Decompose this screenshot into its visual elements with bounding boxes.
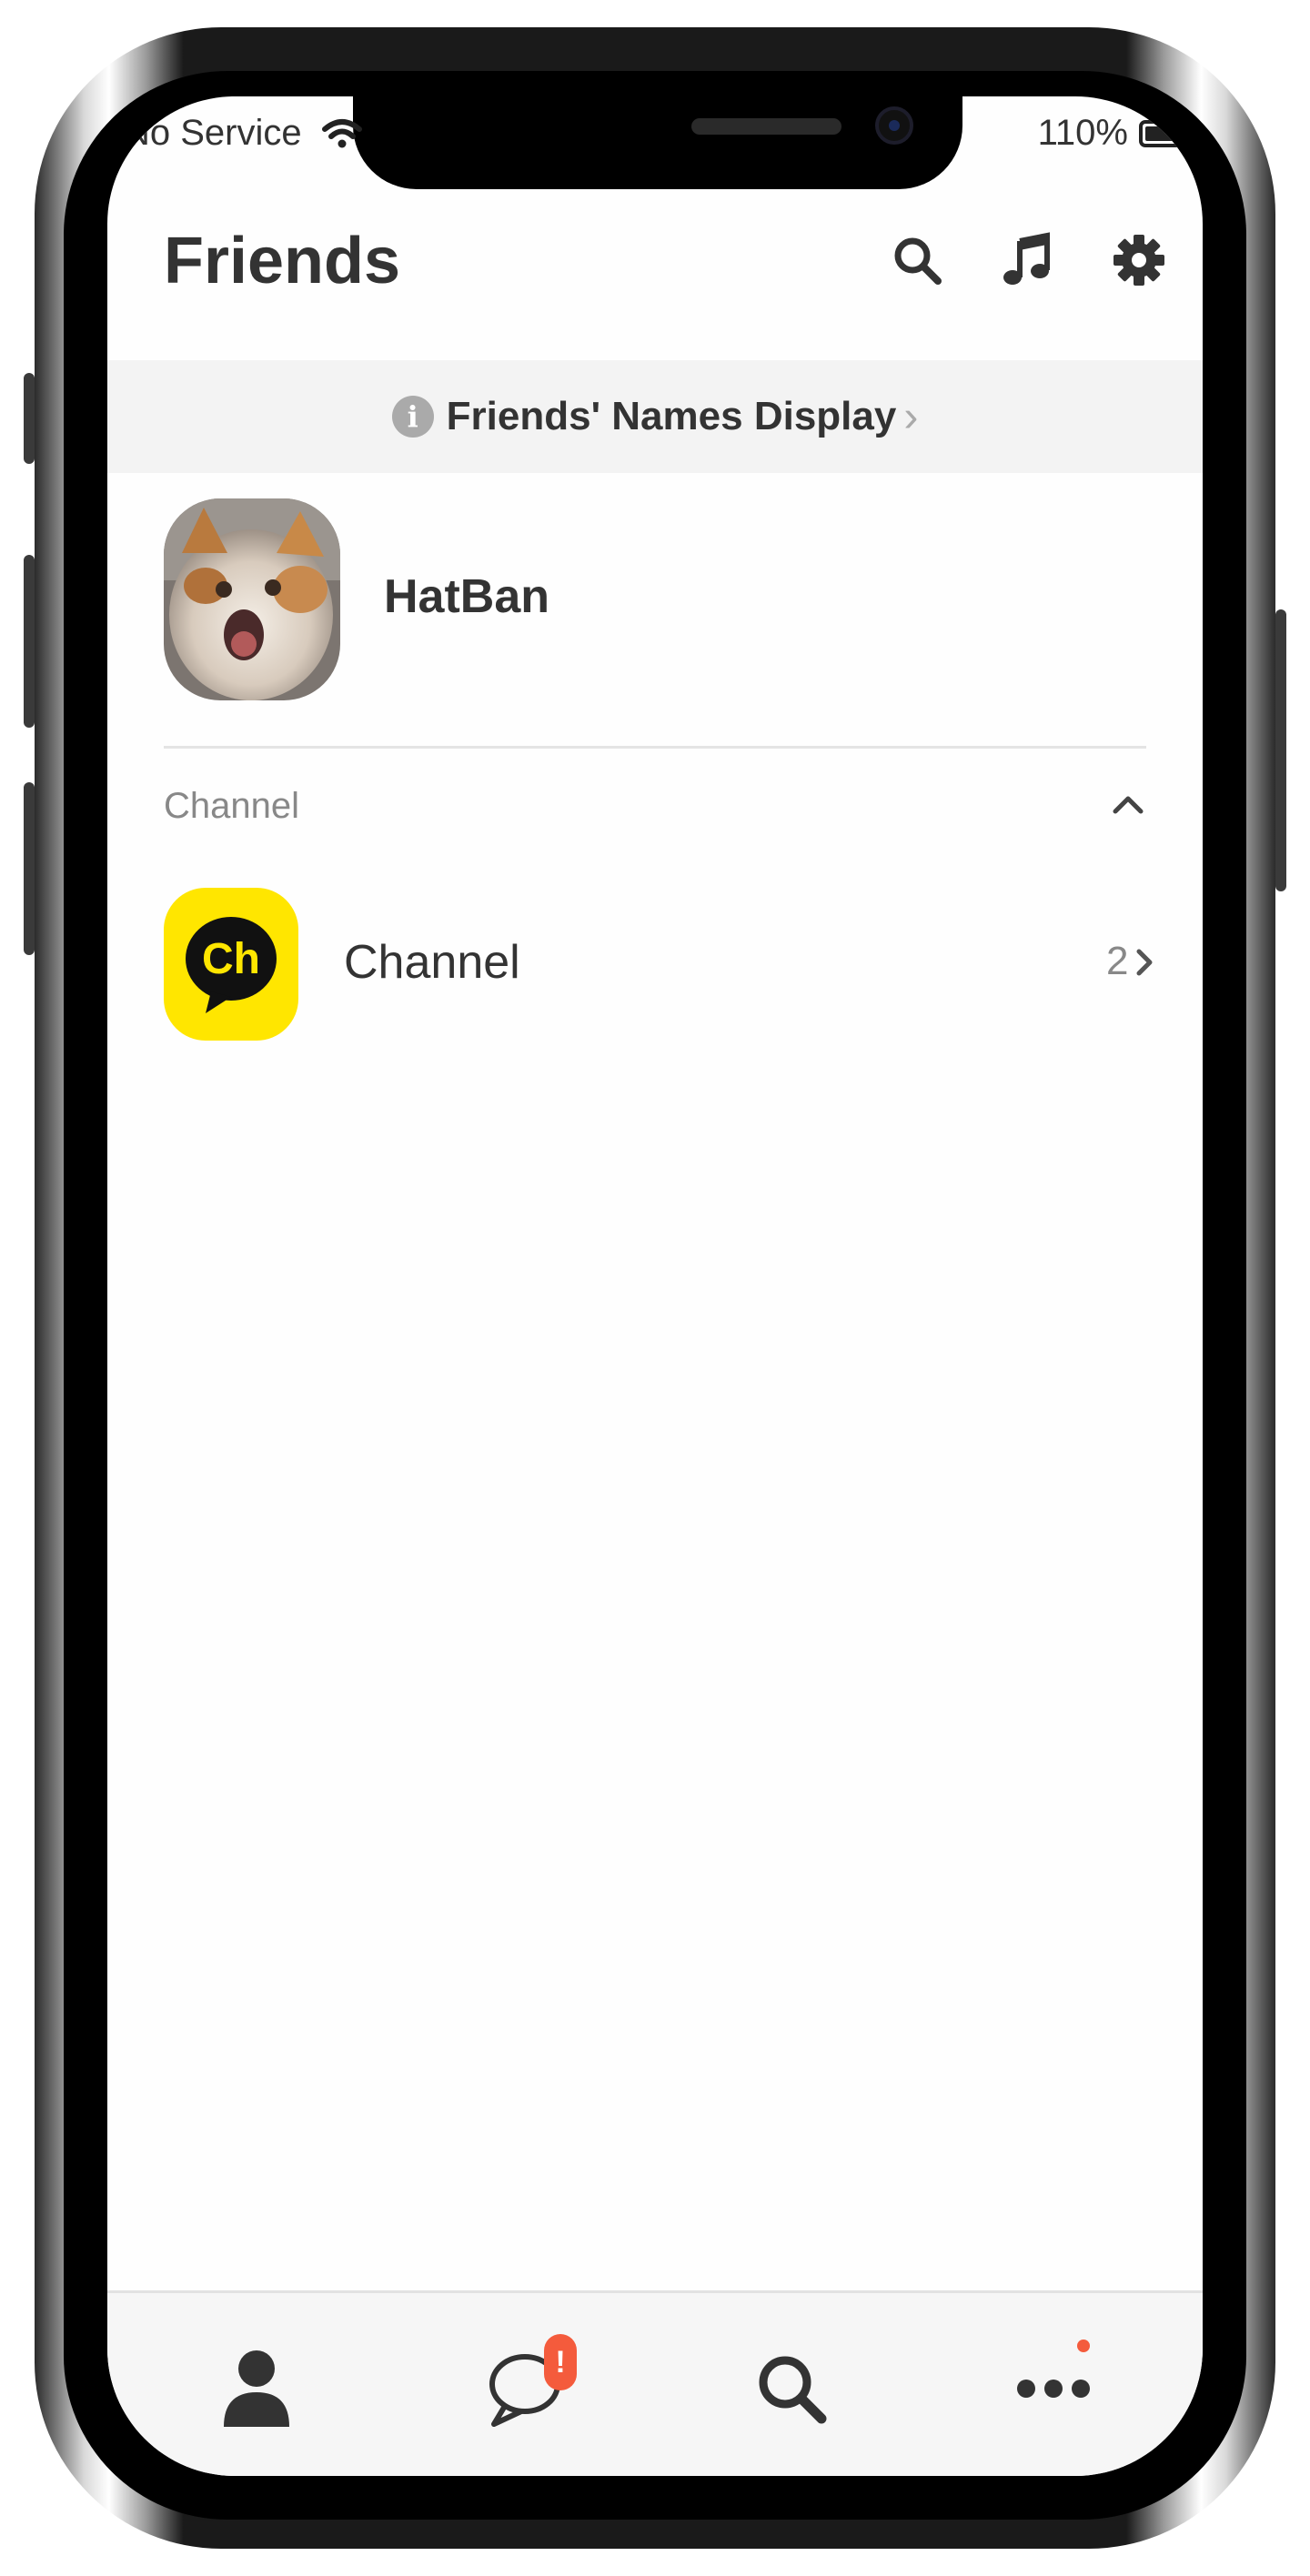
- status-bar-left: No Service: [124, 113, 362, 154]
- status-bar-right: 110%: [1037, 113, 1199, 154]
- tab-search[interactable]: [746, 2343, 837, 2434]
- tab-more[interactable]: [1008, 2343, 1099, 2434]
- volume-down-button: [24, 782, 35, 955]
- banner-text: Friends' Names Display: [446, 394, 897, 438]
- section-divider: [164, 746, 1146, 749]
- battery-percent: 110%: [1037, 113, 1128, 153]
- volume-up-button: [24, 555, 35, 728]
- chevron-up-icon[interactable]: [1108, 784, 1148, 824]
- profile-name[interactable]: HatBan: [384, 569, 549, 624]
- names-display-banner[interactable]: i Friends' Names Display ›: [107, 360, 1203, 473]
- search-button[interactable]: [881, 224, 953, 297]
- front-camera: [875, 106, 913, 145]
- info-icon: i: [391, 396, 434, 438]
- page-title: Friends: [164, 225, 401, 297]
- carrier-label: No Service: [124, 113, 302, 153]
- person-icon: [224, 2350, 289, 2427]
- phone-screen: No Service 110% Friends i Friends' Names…: [107, 96, 1203, 2476]
- settings-button[interactable]: [1103, 224, 1175, 297]
- chevron-right-icon[interactable]: [1132, 942, 1159, 982]
- notch: [353, 96, 962, 189]
- mute-switch: [24, 373, 35, 464]
- power-button: [1275, 609, 1286, 891]
- channel-section-label: Channel: [164, 786, 300, 826]
- more-icon: [1017, 2380, 1090, 2398]
- channel-item-name[interactable]: Channel: [344, 935, 520, 990]
- search-icon: [759, 2356, 827, 2424]
- battery-icon: [1139, 119, 1199, 147]
- more-notification-dot: [1077, 2340, 1090, 2352]
- gear-icon: [1114, 235, 1164, 286]
- cat-photo: [164, 498, 340, 700]
- channel-logo[interactable]: Ch: [164, 888, 298, 1041]
- wifi-icon: [321, 118, 362, 147]
- music-button[interactable]: [992, 224, 1064, 297]
- search-icon: [894, 237, 942, 285]
- profile-avatar[interactable]: [164, 498, 340, 700]
- tab-friends[interactable]: [211, 2343, 302, 2434]
- channel-count: 2: [1106, 939, 1129, 983]
- channel-speech-bubble-icon: Ch: [186, 917, 277, 1013]
- channel-logo-text: Ch: [202, 935, 260, 983]
- banner-chevron-icon: ›: [903, 392, 919, 441]
- chats-badge: !: [544, 2334, 577, 2390]
- speaker-grille: [691, 118, 841, 135]
- music-icon: [1003, 232, 1050, 285]
